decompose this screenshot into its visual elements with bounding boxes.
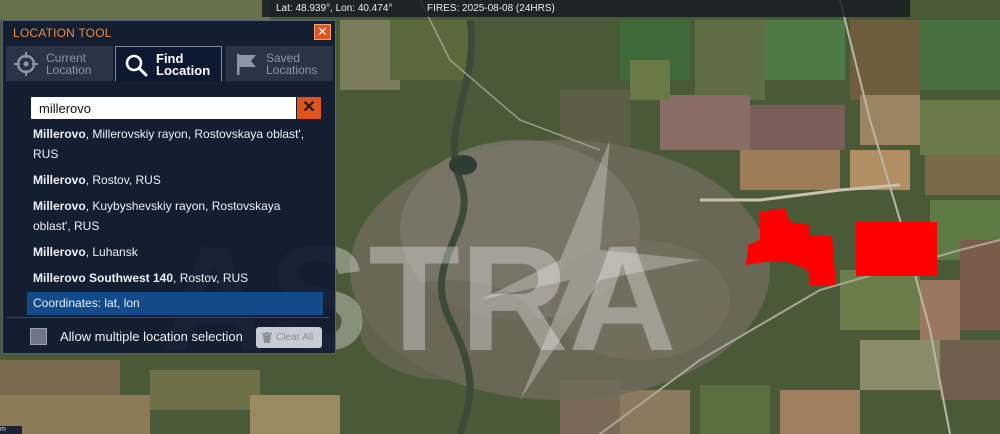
- fires-date: FIRES: 2025-08-08 (24HRS): [427, 3, 555, 14]
- scale-label: m: [0, 426, 6, 433]
- magnifier-icon: [125, 54, 148, 77]
- close-button[interactable]: ✕: [314, 24, 331, 40]
- trash-icon: [262, 332, 272, 343]
- tab-label: Find Location: [156, 51, 211, 78]
- multi-select-checkbox[interactable]: [30, 328, 47, 345]
- status-bar: Lat: 48.939°, Lon: 40.474° FIRES: 2025-0…: [262, 0, 910, 17]
- tab-current-location[interactable]: Current Location: [6, 46, 113, 81]
- location-tool-panel: LOCATION TOOL ✕ Current Location Find Loca…: [2, 20, 336, 354]
- tab-label: Saved Locations: [266, 51, 318, 77]
- cursor-coordinates: Lat: 48.939°, Lon: 40.474°: [276, 3, 393, 14]
- tab-saved-locations[interactable]: Saved Locations: [226, 46, 333, 81]
- search-results: Millerovo, Millerovskiy rayon, Rostovska…: [27, 122, 323, 317]
- location-tabs: Current Location Find Location Saved Locati…: [6, 46, 333, 81]
- multi-select-label: Allow multiple location selection: [60, 329, 243, 344]
- search-input[interactable]: [31, 97, 296, 119]
- tab-find-location[interactable]: Find Location: [115, 46, 222, 81]
- search-row: ✕: [31, 97, 321, 119]
- result-item-4[interactable]: Millerovo Southwest 140, Rostov, RUS: [27, 266, 323, 290]
- tab-label: Current Location: [46, 51, 92, 77]
- coordinates-option[interactable]: Coordinates: lat, lon: [27, 292, 323, 315]
- result-item-2[interactable]: Millerovo, Kuybyshevskiy rayon, Rostovsk…: [27, 194, 323, 238]
- search-clear-button[interactable]: ✕: [297, 97, 321, 119]
- clear-all-button[interactable]: Clear All: [256, 327, 322, 348]
- result-item-0[interactable]: Millerovo, Millerovskiy rayon, Rostovska…: [27, 122, 323, 166]
- panel-title: LOCATION TOOL: [13, 26, 112, 40]
- result-item-3[interactable]: Millerovo, Luhansk: [27, 240, 323, 264]
- multi-select-row: Allow multiple location selection Clear …: [30, 326, 330, 348]
- flag-icon: [237, 54, 256, 75]
- crosshair-icon: [14, 52, 38, 76]
- map-scale: m: [0, 426, 22, 434]
- divider: [7, 317, 329, 318]
- clear-all-label: Clear All: [276, 332, 314, 343]
- result-item-1[interactable]: Millerovo, Rostov, RUS: [27, 168, 323, 192]
- fire-detection-east: [856, 222, 937, 276]
